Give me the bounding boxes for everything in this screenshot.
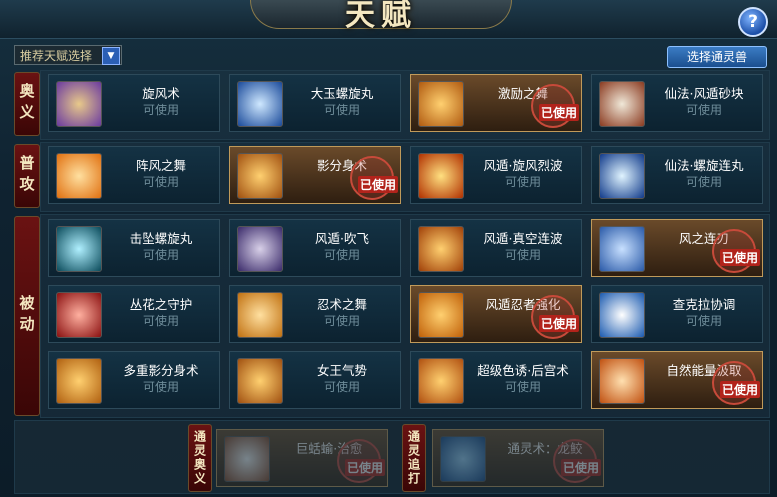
talent-name: 忍术之舞 [316,297,367,312]
scroll-icon [237,292,283,338]
passive-card-5[interactable]: 丛花之守护 可使用 [48,285,220,343]
attack-card-4[interactable]: 仙法·螺旋连丸 可使用 [591,146,763,204]
clone-icon [237,153,283,199]
passive-card-1[interactable]: 击坠螺旋丸 可使用 [48,219,220,277]
category-ougi: 奥义 [14,72,40,136]
status-available: 可使用 [685,175,722,189]
status-available: 可使用 [142,380,179,394]
swirl-icon [237,81,283,127]
passive-card-12[interactable]: 自然能量汲取 已使用 [591,351,763,409]
passive-card-9[interactable]: 多重影分身术 可使用 [48,351,220,409]
talent-name: 多重影分身术 [123,363,199,378]
ougi-card-3[interactable]: 激励之舞 已使用 [410,74,582,132]
help-icon[interactable]: ? [738,7,768,37]
tornado-icon [56,81,102,127]
talent-name: 风遁·真空连波 [483,231,563,246]
status-available: 可使用 [323,314,360,328]
summon-panel [14,420,770,494]
status-available: 可使用 [323,248,360,262]
status-available: 可使用 [142,248,179,262]
category-passive: 被动 [14,216,40,416]
queen-icon [237,358,283,404]
hand-icon [599,292,645,338]
ougi-card-1[interactable]: 旋风术 可使用 [48,74,220,132]
vortex-icon [56,226,102,272]
category-summon-ougi: 通灵奥义 [188,424,212,492]
talent-name: 阵风之舞 [135,158,186,173]
chevron-down-icon[interactable]: ▼ [102,47,120,65]
multi-clone-icon [56,358,102,404]
status-available: 可使用 [323,103,360,117]
talent-name: 风遁·吹飞 [315,231,369,246]
talent-name: 旋风术 [142,86,180,101]
clock-icon [599,358,645,404]
passive-card-11[interactable]: 超级色诱·后宫术 可使用 [410,351,582,409]
passive-card-8[interactable]: 查克拉协调 可使用 [591,285,763,343]
status-available: 可使用 [685,314,722,328]
passive-card-6[interactable]: 忍术之舞 可使用 [229,285,401,343]
passive-card-2[interactable]: 风遁·吹飞可使用 [229,219,401,277]
wind-sand-icon [599,81,645,127]
rasengan-icon [599,153,645,199]
window-title: 天赋 [345,0,417,33]
status-used-badge: 已使用 [719,381,760,398]
talent-name: 大玉螺旋丸 [310,86,374,101]
title-plate: 天赋 [250,0,512,33]
attack-card-1[interactable]: 阵风之舞 可使用 [48,146,220,204]
fan-icon [237,226,283,272]
attack-card-3[interactable]: 风遁·旋风烈波 可使用 [410,146,582,204]
dance-icon [418,81,464,127]
status-used-badge: 已使用 [719,249,760,266]
slash-icon [418,153,464,199]
talent-name: 查克拉协调 [672,297,736,312]
status-available: 可使用 [685,103,722,117]
flower-guard-icon [56,292,102,338]
wind-kanji-icon [418,292,464,338]
category-attack: 普攻 [14,144,40,208]
ougi-card-4[interactable]: 仙法·风遁砂块 可使用 [591,74,763,132]
passive-card-4[interactable]: 风之连刃 已使用 [591,219,763,277]
ougi-card-2[interactable]: 大玉螺旋丸 可使用 [229,74,401,132]
talent-name: 仙法·风遁砂块 [664,86,744,101]
passive-card-7[interactable]: 风遁忍者强化 已使用 [410,285,582,343]
talent-name: 超级色诱·后宫术 [477,363,569,378]
gust-icon [56,153,102,199]
status-available: 可使用 [142,103,179,117]
talent-name: 风遁·旋风烈波 [483,158,563,173]
status-available: 可使用 [323,380,360,394]
sexy-jutsu-icon [418,358,464,404]
status-available: 可使用 [504,175,541,189]
talent-name: 女王气势 [316,363,367,378]
status-available: 可使用 [504,380,541,394]
talent-name: 丛花之守护 [129,297,193,312]
passive-card-10[interactable]: 女王气势 可使用 [229,351,401,409]
select-summon-button[interactable]: 选择通灵兽 [667,46,767,68]
status-used-badge: 已使用 [357,176,398,193]
status-used-badge: 已使用 [538,315,579,332]
status-available: 可使用 [142,175,179,189]
talent-name: 击坠螺旋丸 [129,231,193,246]
attack-card-2[interactable]: 影分身术 已使用 [229,146,401,204]
blade-icon [599,226,645,272]
passive-card-3[interactable]: 风遁·真空连波 可使用 [410,219,582,277]
category-summon-chase: 通灵追打 [402,424,426,492]
dropdown-label: 推荐天赋选择 [20,49,93,63]
status-available: 可使用 [504,248,541,262]
status-available: 可使用 [142,314,179,328]
wave-icon [418,226,464,272]
status-used-badge: 已使用 [538,104,579,121]
talent-name: 仙法·螺旋连丸 [664,158,744,173]
recommend-talent-dropdown[interactable]: 推荐天赋选择 ▼ [14,45,122,65]
